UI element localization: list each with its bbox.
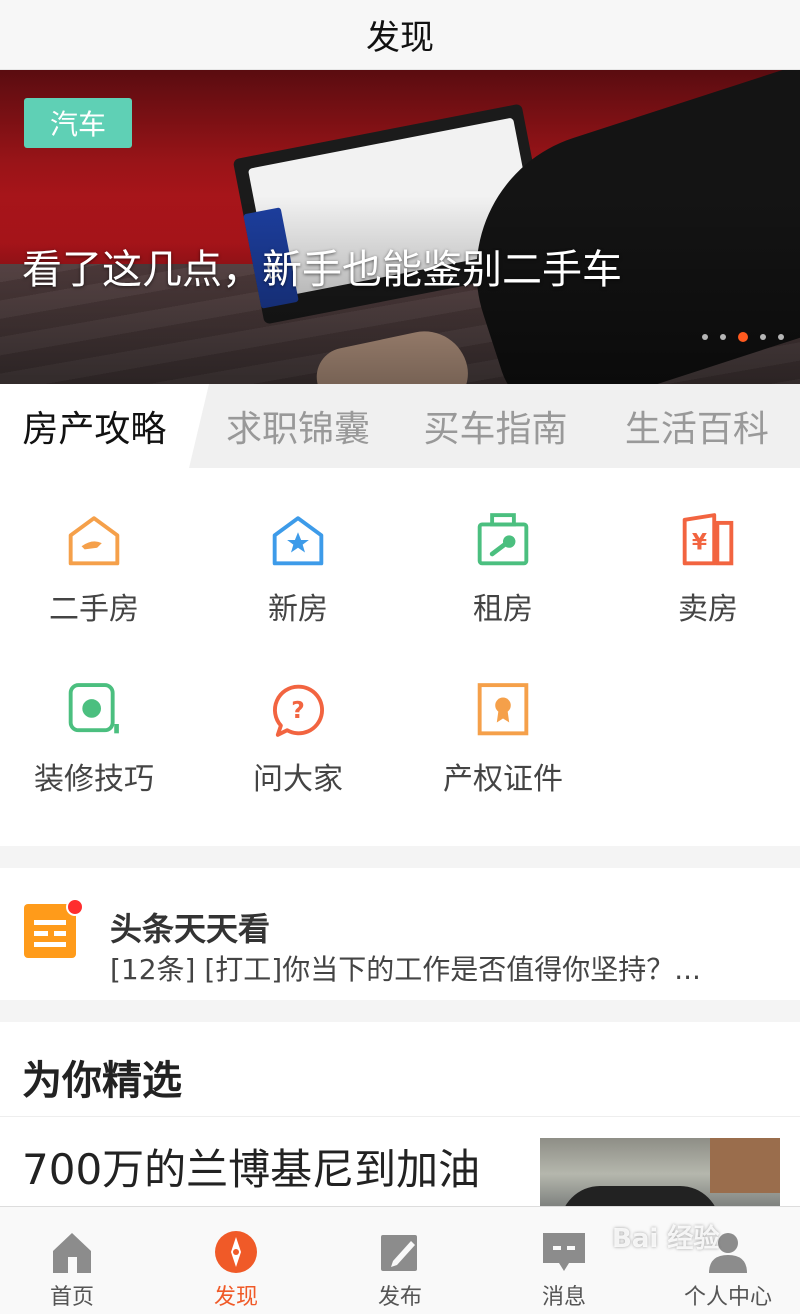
svg-text:?: ? <box>291 696 305 724</box>
grid-item-label: 新房 <box>268 592 328 627</box>
thumbnail-building <box>710 1138 780 1193</box>
headline-title: 头条天天看 <box>110 910 271 948</box>
nav-discover[interactable]: 发现 <box>156 1207 316 1314</box>
carousel-dot-active[interactable] <box>738 332 748 342</box>
nav-publish[interactable]: 发布 <box>320 1207 480 1314</box>
nav-label: 发布 <box>377 1285 422 1310</box>
paint-roller-icon <box>68 683 119 734</box>
unread-badge <box>66 898 84 916</box>
carousel-dot[interactable] <box>778 334 784 340</box>
nav-label: 个人中心 <box>683 1285 772 1310</box>
certificate-icon <box>477 683 529 736</box>
top-bar: 发现 <box>0 0 800 70</box>
carousel-dot[interactable] <box>760 334 766 340</box>
page-title: 发现 <box>366 18 434 58</box>
section-heading: 为你精选 <box>22 1058 182 1104</box>
banner-headline[interactable]: 看了这几点，新手也能鉴别二手车 <box>22 242 662 298</box>
divider <box>0 1116 800 1117</box>
carousel-dot[interactable] <box>720 334 726 340</box>
feature-grid: 二手房 新房 租房 ¥ 卖房 装修技巧 ? 问大家 产权证件 <box>0 468 800 846</box>
grid-item-label: 卖房 <box>678 592 738 627</box>
tab-job[interactable]: 求职锦囊 <box>199 384 397 468</box>
edit-icon <box>381 1235 417 1271</box>
compass-icon <box>215 1231 257 1273</box>
home-icon <box>53 1233 91 1273</box>
carousel-dots <box>702 332 784 342</box>
tab-real-estate[interactable]: 房产攻略 <box>0 384 209 468</box>
grid-item-label: 二手房 <box>49 592 139 627</box>
recommended-section: 为你精选 700万的兰博基尼到加油站加油，车主下车后 <box>0 1022 800 1254</box>
grid-item-second-hand-house[interactable]: 二手房 <box>0 468 194 628</box>
grid-item-new-house[interactable]: 新房 <box>198 468 398 628</box>
banner-category-tag[interactable]: 汽车 <box>24 98 132 148</box>
headline-snippet: [12条] [打工]你当下的工作是否值得你坚持？... <box>110 953 701 986</box>
house-hand-icon <box>68 516 120 566</box>
grid-item-label: 租房 <box>473 592 533 627</box>
key-box-icon <box>477 513 529 566</box>
grid-item-property-certificate[interactable]: 产权证件 <box>403 638 603 798</box>
grid-item-ask-everyone[interactable]: ? 问大家 <box>198 638 398 798</box>
nav-label: 首页 <box>49 1285 94 1310</box>
grid-item-sell-house[interactable]: ¥ 卖房 <box>608 468 800 628</box>
tab-car-guide[interactable]: 买车指南 <box>397 384 594 468</box>
nav-label: 发现 <box>213 1285 258 1310</box>
grid-item-label: 问大家 <box>253 762 343 797</box>
nav-label: 消息 <box>541 1285 586 1310</box>
message-icon <box>543 1233 585 1271</box>
banner-carousel[interactable]: D 汽车 看了这几点，新手也能鉴别二手车 <box>0 70 800 384</box>
grid-item-label: 装修技巧 <box>34 762 154 797</box>
house-star-icon <box>272 516 324 566</box>
grid-item-rent[interactable]: 租房 <box>403 468 603 628</box>
svg-text:¥: ¥ <box>692 530 707 555</box>
question-bubble-icon: ? <box>273 684 324 737</box>
grid-item-decoration[interactable]: 装修技巧 <box>0 638 194 798</box>
nav-home[interactable]: 首页 <box>0 1207 152 1314</box>
yen-doc-icon: ¥ <box>682 513 734 566</box>
carousel-dot[interactable] <box>702 334 708 340</box>
headline-news[interactable]: 头条天天看 [12条] [打工]你当下的工作是否值得你坚持？... <box>0 868 800 1000</box>
grid-item-label: 产权证件 <box>443 762 563 797</box>
tab-life[interactable]: 生活百科 <box>594 384 800 468</box>
watermark-logo: Bai 经验 <box>612 1224 720 1254</box>
category-tabs: 房产攻略 求职锦囊 买车指南 生活百科 <box>0 384 800 468</box>
